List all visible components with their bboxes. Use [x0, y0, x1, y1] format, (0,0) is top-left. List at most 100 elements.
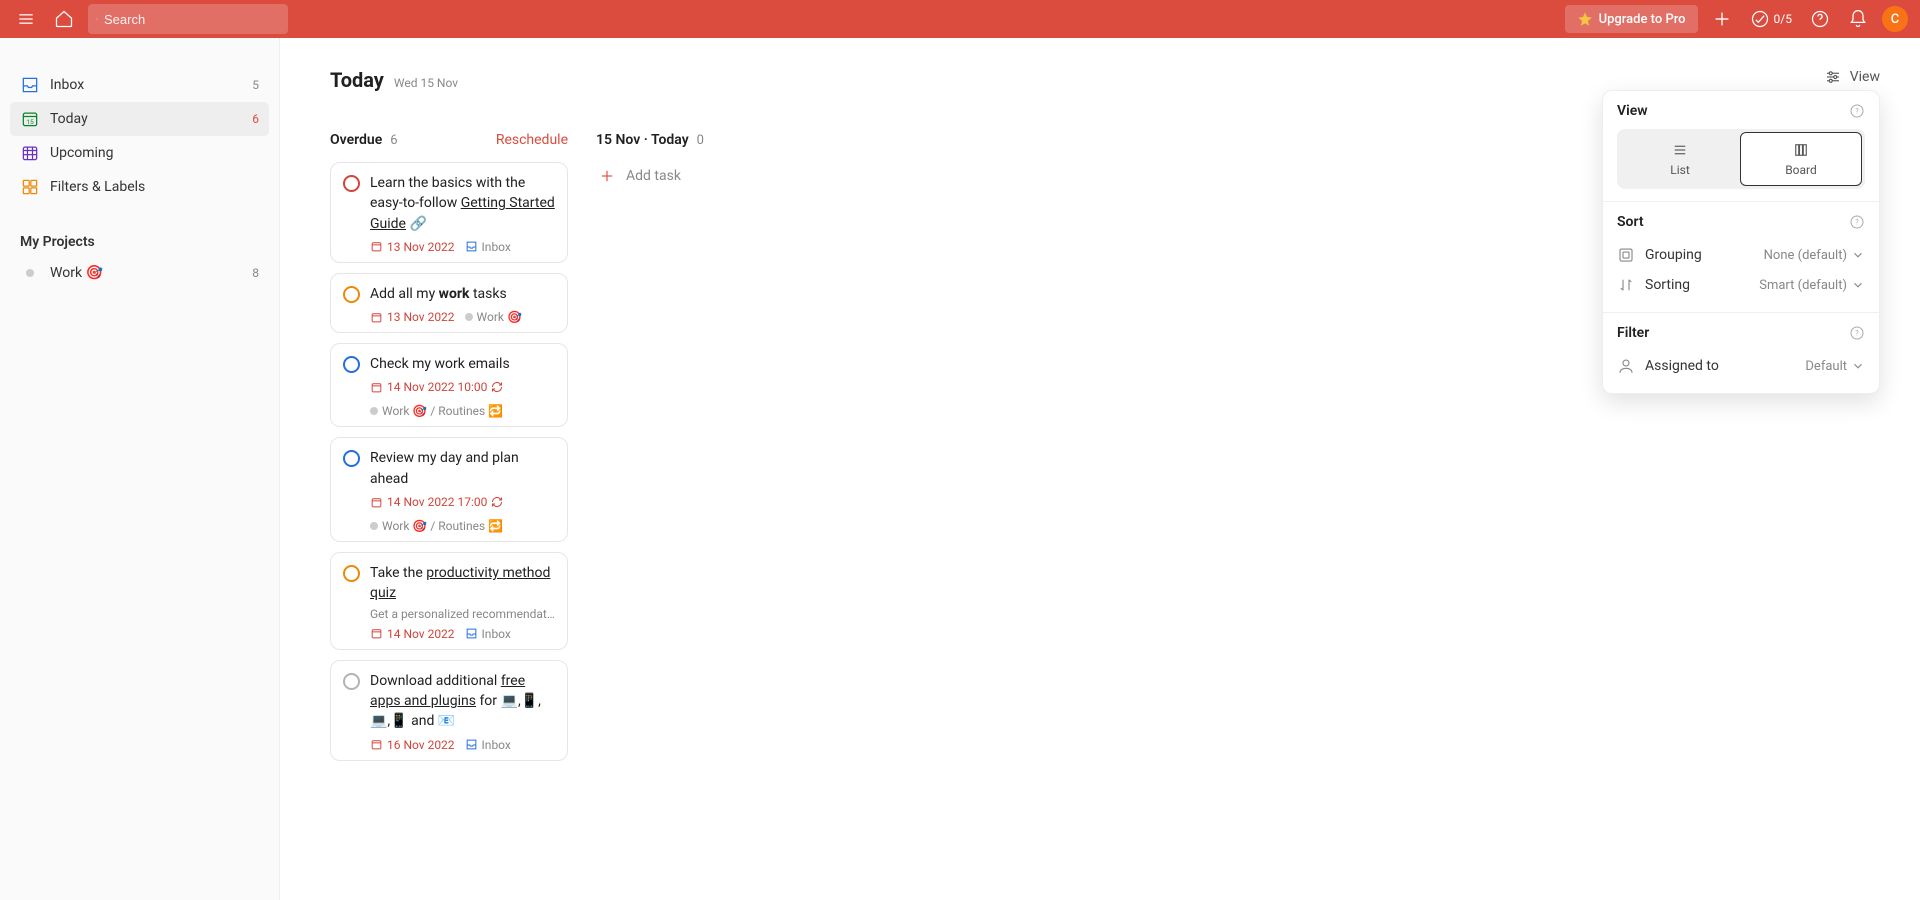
task-project: Inbox [465, 627, 511, 641]
upcoming-icon [20, 143, 40, 163]
productivity-button[interactable]: 0/5 [1746, 5, 1796, 33]
sidebar-item-count: 5 [252, 78, 259, 92]
task-project: Inbox [465, 240, 511, 254]
list-icon [1671, 141, 1689, 159]
task-project: Inbox [465, 738, 511, 752]
avatar-letter: C [1891, 12, 1900, 27]
project-dot-icon [20, 263, 40, 283]
view-layout-toggle: List Board [1617, 129, 1865, 189]
sliders-icon [1824, 68, 1842, 86]
avatar[interactable]: C [1882, 6, 1908, 32]
help-icon: ? [1849, 325, 1865, 341]
column-overdue: Overdue 6 Reschedule Learn the basics wi… [330, 132, 568, 771]
sidebar-item-upcoming[interactable]: Upcoming [10, 136, 269, 170]
home-button[interactable] [50, 5, 78, 33]
sidebar-item-filters[interactable]: Filters & Labels [10, 170, 269, 204]
task-checkbox[interactable] [343, 450, 360, 467]
svg-text:15: 15 [26, 118, 34, 126]
task-card[interactable]: Download additional free apps and plugin… [330, 660, 568, 761]
task-project: Work 🎯 / Routines 🔁 [370, 519, 503, 533]
layout-list-button[interactable]: List [1620, 132, 1740, 186]
grouping-row[interactable]: Grouping None (default) [1617, 240, 1865, 270]
search-box[interactable] [88, 4, 288, 34]
task-title: Check my work emails [370, 354, 510, 374]
task-project: Work 🎯 / Routines 🔁 [370, 404, 503, 418]
sidebar-project-count: 8 [252, 266, 259, 280]
task-checkbox[interactable] [343, 673, 360, 690]
menu-button[interactable] [12, 5, 40, 33]
main-content: Today Wed 15 Nov View Overdue 6 Reschedu… [280, 38, 1920, 900]
view-panel-title: View [1617, 103, 1648, 119]
star-icon [1577, 11, 1593, 27]
task-title: Download additional free apps and plugin… [370, 671, 555, 732]
column-today: 15 Nov · Today 0 Add task [596, 132, 834, 190]
task-date: 13 Nov 2022 [370, 310, 455, 324]
chevron-down-icon [1851, 278, 1865, 292]
task-card[interactable]: Take the productivity method quizGet a p… [330, 552, 568, 650]
task-project: Work 🎯 [465, 310, 522, 324]
sidebar-item-label: Inbox [50, 77, 84, 93]
task-card[interactable]: Add all my work tasks 13 Nov 2022 Work 🎯 [330, 273, 568, 333]
quick-add-button[interactable] [1708, 5, 1736, 33]
view-button[interactable]: View [1824, 68, 1880, 86]
task-date: 13 Nov 2022 [370, 240, 455, 254]
add-task-label: Add task [626, 168, 681, 184]
task-title: Review my day and plan ahead [370, 448, 555, 489]
task-title: Take the productivity method quiz [370, 563, 555, 604]
sidebar-item-inbox[interactable]: Inbox 5 [10, 68, 269, 102]
svg-text:?: ? [1855, 329, 1859, 338]
sidebar-item-today[interactable]: 15 Today 6 [10, 102, 269, 136]
search-input[interactable] [104, 12, 280, 27]
task-date: 14 Nov 2022 10:00 [370, 380, 503, 394]
column-count: 6 [390, 133, 397, 148]
view-panel: View ? List Board Sort ? [1602, 90, 1880, 394]
grid-icon [20, 177, 40, 197]
view-help-button[interactable]: ? [1849, 103, 1865, 119]
sort-help-button[interactable]: ? [1849, 214, 1865, 230]
help-icon: ? [1849, 214, 1865, 230]
today-icon: 15 [20, 109, 40, 129]
layout-board-button[interactable]: Board [1740, 132, 1862, 186]
filter-title: Filter [1617, 325, 1649, 341]
task-date: 16 Nov 2022 [370, 738, 455, 752]
task-date: 14 Nov 2022 17:00 [370, 495, 503, 509]
task-card[interactable]: Check my work emails 14 Nov 2022 10:00 W… [330, 343, 568, 427]
sidebar-item-label: Upcoming [50, 145, 114, 161]
svg-text:?: ? [1855, 218, 1859, 227]
sorting-row[interactable]: Sorting Smart (default) [1617, 270, 1865, 300]
notifications-button[interactable] [1844, 5, 1872, 33]
task-title: Add all my work tasks [370, 284, 507, 304]
page-header: Today Wed 15 Nov [330, 68, 1880, 92]
assigned-row[interactable]: Assigned to Default [1617, 351, 1865, 381]
add-task-button[interactable]: Add task [596, 162, 834, 190]
bell-icon [1848, 9, 1868, 29]
topbar: Upgrade to Pro 0/5 C [0, 0, 1920, 38]
task-checkbox[interactable] [343, 565, 360, 582]
chevron-down-icon [1851, 248, 1865, 262]
chevron-down-icon [1851, 359, 1865, 373]
plus-icon [1711, 8, 1733, 30]
task-checkbox[interactable] [343, 286, 360, 303]
column-header-overdue: Overdue 6 Reschedule [330, 132, 568, 148]
sidebar-project-work[interactable]: Work 🎯 8 [10, 256, 269, 290]
task-checkbox[interactable] [343, 175, 360, 192]
task-card[interactable]: Learn the basics with the easy-to-follow… [330, 162, 568, 263]
task-card[interactable]: Review my day and plan ahead 14 Nov 2022… [330, 437, 568, 542]
help-button[interactable] [1806, 5, 1834, 33]
board-icon [1792, 141, 1810, 159]
help-icon [1810, 9, 1830, 29]
plus-icon [598, 167, 616, 185]
column-count: 0 [697, 133, 704, 148]
page-date: Wed 15 Nov [394, 76, 458, 90]
column-header-today: 15 Nov · Today 0 [596, 132, 834, 148]
task-checkbox[interactable] [343, 356, 360, 373]
productivity-icon [1750, 9, 1770, 29]
help-icon: ? [1849, 103, 1865, 119]
task-date: 14 Nov 2022 [370, 627, 455, 641]
hamburger-icon [16, 9, 36, 29]
sidebar-item-label: Filters & Labels [50, 179, 145, 195]
filter-help-button[interactable]: ? [1849, 325, 1865, 341]
sorting-icon [1617, 276, 1635, 294]
upgrade-button[interactable]: Upgrade to Pro [1565, 5, 1698, 33]
reschedule-button[interactable]: Reschedule [496, 132, 568, 148]
